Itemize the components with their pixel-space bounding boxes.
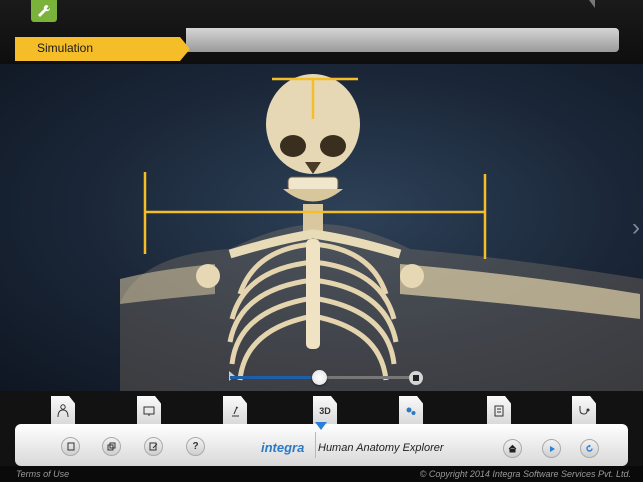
help-icon: ?: [192, 441, 199, 452]
app-title: Human Anatomy Explorer: [318, 442, 444, 454]
layers-button[interactable]: [102, 437, 121, 456]
document-icon: [67, 442, 74, 451]
copyright-text: © Copyright 2014 Integra Software Servic…: [419, 469, 631, 479]
gears-icon[interactable]: [399, 396, 423, 426]
top-bar: Simulation: [0, 0, 643, 64]
home-button[interactable]: [503, 439, 522, 458]
microscope-icon[interactable]: [223, 396, 247, 426]
stop-icon: [413, 375, 419, 381]
playback-slider-knob[interactable]: [312, 370, 327, 385]
wrench-icon[interactable]: [31, 0, 57, 22]
monitor-icon[interactable]: [137, 396, 161, 426]
help-button[interactable]: ?: [186, 437, 205, 456]
play-icon: [549, 445, 555, 452]
terms-of-use-link[interactable]: Terms of Use: [16, 469, 69, 479]
stop-button[interactable]: [409, 371, 423, 385]
main-toolbar: ? integra Human Anatomy Explorer: [15, 422, 628, 466]
edit-button[interactable]: [144, 437, 163, 456]
next-arrow-icon[interactable]: ›: [632, 214, 640, 242]
simulation-tab-label: Simulation: [37, 41, 94, 55]
stethoscope-icon[interactable]: [572, 396, 596, 426]
refresh-button[interactable]: [580, 439, 599, 458]
simulation-stage[interactable]: ›: [0, 64, 643, 391]
layers-icon: [107, 442, 116, 451]
document-button[interactable]: [61, 437, 80, 456]
brand-divider: [315, 432, 316, 458]
body-outline-icon[interactable]: [51, 396, 75, 426]
edit-icon: [149, 442, 158, 451]
integra-logo: integra: [261, 440, 305, 455]
play-button[interactable]: [542, 439, 561, 458]
corner-indicator-icon: [589, 0, 595, 8]
3d-label: 3D: [319, 406, 331, 416]
refresh-icon: [586, 444, 593, 452]
simulation-header-bar: [186, 28, 619, 52]
simulation-tab[interactable]: Simulation: [15, 37, 190, 61]
footer: Terms of Use © Copyright 2014 Integra So…: [0, 466, 643, 482]
skeleton-illustration: [120, 74, 643, 391]
notes-icon[interactable]: [487, 396, 511, 426]
collapse-toolbar-icon[interactable]: [315, 422, 327, 430]
home-icon: [508, 444, 517, 453]
